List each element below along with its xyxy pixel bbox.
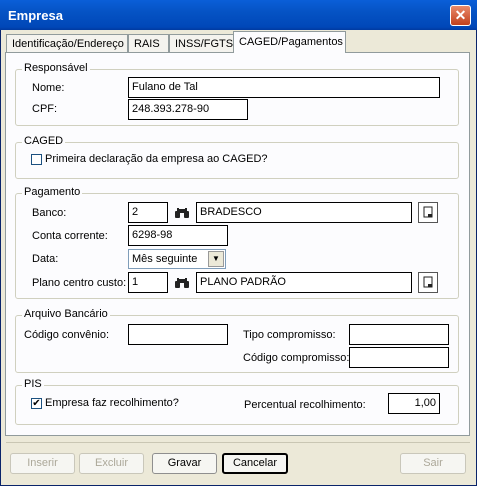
nome-field[interactable]: Fulano de Tal: [128, 77, 440, 98]
group-responsavel-legend: Responsável: [22, 62, 90, 74]
codigo-convenio-field[interactable]: [128, 324, 228, 345]
tab-identificacao[interactable]: Identificação/Endereço: [6, 34, 128, 52]
conta-corrente-label: Conta corrente:: [32, 230, 108, 242]
footer-divider: [6, 442, 470, 443]
percentual-recolhimento-label: Percentual recolhimento:: [244, 399, 366, 411]
plano-name-field[interactable]: PLANO PADRÃO: [196, 272, 412, 293]
document-icon[interactable]: [418, 272, 438, 293]
codigo-compromisso-label: Código compromisso:: [243, 352, 350, 364]
tipo-compromisso-label: Tipo compromisso:: [243, 329, 336, 341]
window-title: Empresa: [8, 8, 63, 23]
banco-name-field[interactable]: BRADESCO: [196, 202, 412, 223]
conta-corrente-field[interactable]: 6298-98: [128, 225, 228, 246]
group-arquivo-legend: Arquivo Bancário: [22, 308, 110, 320]
group-caged-legend: CAGED: [22, 135, 66, 147]
group-pis-legend: PIS: [22, 378, 44, 390]
primeira-declaracao-label: Primeira declaração da empresa ao CAGED?: [45, 153, 268, 165]
nome-label: Nome:: [32, 82, 65, 94]
data-label: Data:: [32, 253, 59, 265]
banco-code-field[interactable]: 2: [128, 202, 168, 223]
codigo-convenio-label: Código convênio:: [24, 329, 110, 341]
chevron-down-icon[interactable]: ▼: [208, 251, 224, 267]
sair-button[interactable]: Sair: [400, 453, 466, 474]
binoculars-icon[interactable]: [171, 272, 193, 293]
title-bar: [0, 0, 477, 30]
empresa-recolhimento-label: Empresa faz recolhimento?: [45, 397, 179, 409]
close-button[interactable]: ✕: [450, 5, 471, 26]
excluir-button[interactable]: Excluir: [79, 453, 144, 474]
tab-inss-fgts[interactable]: INSS/FGTS: [169, 34, 234, 52]
tab-rais[interactable]: RAIS: [128, 34, 169, 52]
document-icon[interactable]: [418, 202, 438, 223]
cpf-label: CPF:: [32, 103, 58, 115]
banco-label: Banco:: [32, 207, 67, 219]
empresa-recolhimento-checkbox[interactable]: ✔: [31, 398, 42, 409]
plano-code-field[interactable]: 1: [128, 272, 168, 293]
data-select-value: Mês seguinte: [132, 253, 198, 265]
binoculars-icon[interactable]: [171, 202, 193, 223]
tipo-compromisso-field[interactable]: [349, 324, 449, 345]
plano-centro-custo-label: Plano centro custo:: [32, 277, 127, 289]
codigo-compromisso-field[interactable]: [349, 347, 449, 368]
data-select[interactable]: Mês seguinte ▼: [128, 249, 226, 269]
percentual-recolhimento-field[interactable]: 1,00: [388, 393, 440, 414]
gravar-button[interactable]: Gravar: [152, 453, 217, 474]
group-pagamento-legend: Pagamento: [22, 186, 83, 198]
cpf-field[interactable]: 248.393.278-90: [128, 99, 248, 120]
inserir-button[interactable]: Inserir: [10, 453, 75, 474]
cancelar-button[interactable]: Cancelar: [222, 453, 288, 474]
tab-caged-pagamentos[interactable]: CAGED/Pagamentos: [233, 31, 346, 53]
primeira-declaracao-checkbox[interactable]: [31, 154, 42, 165]
